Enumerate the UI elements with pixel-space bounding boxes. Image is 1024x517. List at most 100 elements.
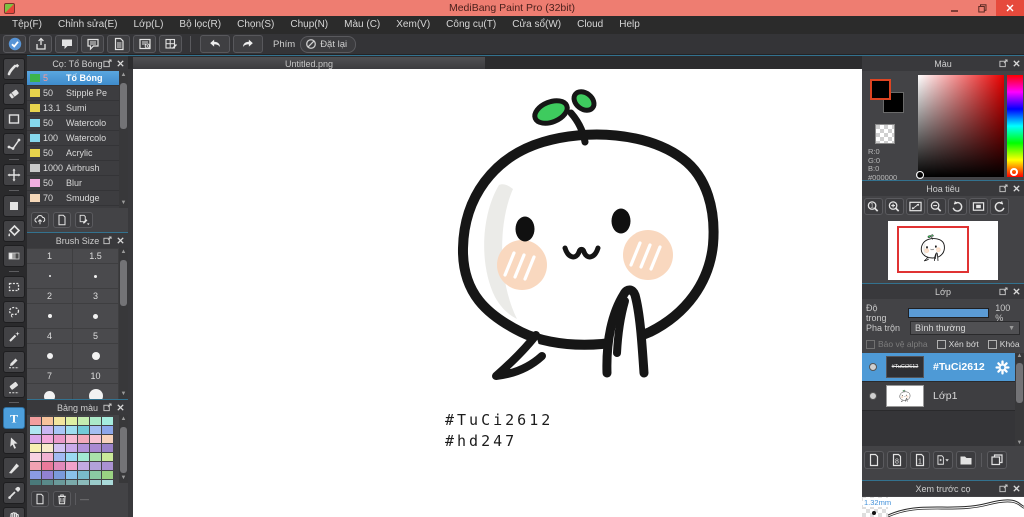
palette-swatch[interactable] <box>78 426 89 434</box>
brush-size-dot[interactable] <box>27 304 73 328</box>
add-layer-button[interactable] <box>864 451 884 469</box>
redo-button[interactable] <box>233 35 263 53</box>
palette-swatch[interactable] <box>66 471 77 479</box>
close-icon[interactable] <box>116 403 125 412</box>
layer-visibility-toggle[interactable] <box>869 392 877 400</box>
control-point-tool[interactable] <box>2 133 25 155</box>
close-icon[interactable] <box>1012 287 1021 296</box>
brush-size-dot[interactable] <box>27 384 73 399</box>
palette-swatch[interactable] <box>42 480 53 485</box>
close-icon[interactable] <box>1012 59 1021 68</box>
brush-item[interactable]: 100 Watercolo <box>27 131 119 146</box>
add-layer-menu-button[interactable] <box>933 451 953 469</box>
brush-item[interactable]: 50 Watercolo <box>27 116 119 131</box>
palette-swatch[interactable] <box>102 453 113 461</box>
lock-checkbox[interactable]: Khóa <box>987 339 1020 349</box>
menu-item-1[interactable]: Tệp(F) <box>4 16 50 34</box>
palette-swatch[interactable] <box>30 444 41 452</box>
brush-item[interactable]: 50 Stipple Pe <box>27 86 119 101</box>
brush-item[interactable]: 70 Smudge <box>27 191 119 206</box>
brush-item[interactable]: 50 Acrylic <box>27 146 119 161</box>
brush-size-option[interactable]: 4 <box>27 329 73 343</box>
fit-window-button[interactable] <box>906 198 925 215</box>
palette-swatch[interactable] <box>42 417 53 425</box>
layer-folder-button[interactable] <box>956 451 976 469</box>
transparent-color-swatch[interactable] <box>875 124 895 144</box>
palette-swatch[interactable] <box>30 417 41 425</box>
menu-item-3[interactable]: Lớp(L) <box>126 16 172 34</box>
palette-swatch[interactable] <box>54 435 65 443</box>
palette-swatch[interactable] <box>90 480 101 485</box>
gradient-tool[interactable] <box>2 245 25 267</box>
palette-swatch[interactable] <box>30 471 41 479</box>
menu-item-5[interactable]: Chọn(S) <box>229 16 282 34</box>
cloud-brush-button[interactable] <box>31 212 49 228</box>
menu-item-9[interactable]: Công cụ(T) <box>438 16 504 34</box>
popout-icon[interactable] <box>103 403 112 412</box>
palette-swatch[interactable] <box>30 435 41 443</box>
palette-swatch[interactable] <box>90 417 101 425</box>
scroll-down-icon[interactable]: ▼ <box>119 199 128 208</box>
maximize-button[interactable] <box>968 0 996 16</box>
upload-button[interactable] <box>29 35 52 53</box>
scroll-up-icon[interactable]: ▲ <box>119 71 128 80</box>
document-button[interactable] <box>107 35 130 53</box>
layer-settings-icon[interactable] <box>995 359 1010 375</box>
layer-row[interactable]: #TuCi2612 #TuCi2612 <box>862 353 1015 382</box>
sv-cursor[interactable] <box>916 171 924 179</box>
eyedropper-tool[interactable] <box>2 482 25 504</box>
menu-item-6[interactable]: Chụp(N) <box>282 16 336 34</box>
menu-item-11[interactable]: Cloud <box>569 16 611 34</box>
palette-swatch[interactable] <box>54 471 65 479</box>
operation-tool[interactable] <box>2 432 25 454</box>
palette-swatch[interactable] <box>90 471 101 479</box>
brush-size-option[interactable]: 5 <box>73 329 119 343</box>
viewport-rectangle[interactable] <box>897 226 969 273</box>
palette-swatch[interactable] <box>102 462 113 470</box>
history-button[interactable] <box>133 35 156 53</box>
scroll-down-icon[interactable]: ▼ <box>119 390 128 399</box>
palette-swatch[interactable] <box>78 453 89 461</box>
menu-item-8[interactable]: Xem(V) <box>388 16 438 34</box>
brush-item[interactable]: 1000 Airbrush <box>27 161 119 176</box>
zoom-in-button[interactable] <box>885 198 904 215</box>
hue-cursor[interactable] <box>1010 168 1018 176</box>
palette-swatch[interactable] <box>102 480 113 485</box>
brush-size-option[interactable]: 10 <box>73 369 119 383</box>
palette-swatch[interactable] <box>78 417 89 425</box>
bucket-tool[interactable] <box>2 220 25 242</box>
scroll-up-icon[interactable]: ▲ <box>119 415 128 424</box>
palette-swatch[interactable] <box>66 426 77 434</box>
reset-button[interactable]: Đặt lại <box>300 35 357 53</box>
scroll-up-icon[interactable]: ▲ <box>119 248 128 257</box>
lasso-tool[interactable] <box>2 301 25 323</box>
rotate-left-button[interactable] <box>948 198 967 215</box>
add-8bit-layer-button[interactable]: 8 <box>887 451 907 469</box>
palette-swatch[interactable] <box>102 426 113 434</box>
palette-swatch[interactable] <box>54 444 65 452</box>
scroll-down-icon[interactable]: ▼ <box>119 474 128 483</box>
palette-swatch[interactable] <box>30 480 41 485</box>
popout-icon[interactable] <box>103 236 112 245</box>
palette-swatch[interactable] <box>66 453 77 461</box>
select-pen-tool[interactable] <box>2 351 25 373</box>
brush-scrollbar[interactable]: ▲ ▼ <box>119 71 128 208</box>
palette-swatch[interactable] <box>66 435 77 443</box>
minimize-button[interactable] <box>940 0 968 16</box>
palette-swatch[interactable] <box>54 480 65 485</box>
rotate-right-button[interactable] <box>990 198 1009 215</box>
brush-size-dot[interactable] <box>73 344 119 368</box>
palette-swatch[interactable] <box>66 444 77 452</box>
layer-visibility-toggle[interactable] <box>869 363 877 371</box>
close-icon[interactable] <box>116 59 125 68</box>
edit-brush-button[interactable] <box>75 212 93 228</box>
brush-size-option[interactable]: 3 <box>73 289 119 303</box>
popout-icon[interactable] <box>999 59 1008 68</box>
palette-swatch[interactable] <box>90 426 101 434</box>
palette-swatch[interactable] <box>54 462 65 470</box>
palette-swatch[interactable] <box>90 444 101 452</box>
menu-item-12[interactable]: Help <box>611 16 648 34</box>
chat-button[interactable] <box>55 35 78 53</box>
popout-icon[interactable] <box>999 287 1008 296</box>
divide-tool[interactable] <box>2 457 25 479</box>
